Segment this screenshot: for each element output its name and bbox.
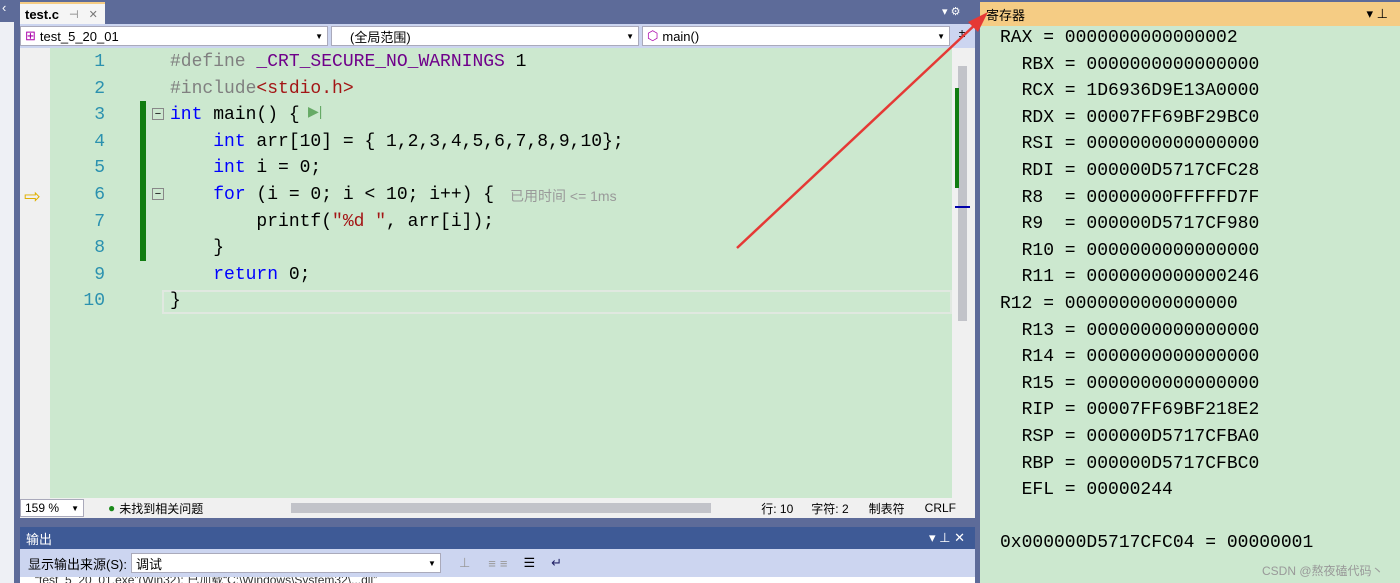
annotation-arrow [736,12,988,249]
